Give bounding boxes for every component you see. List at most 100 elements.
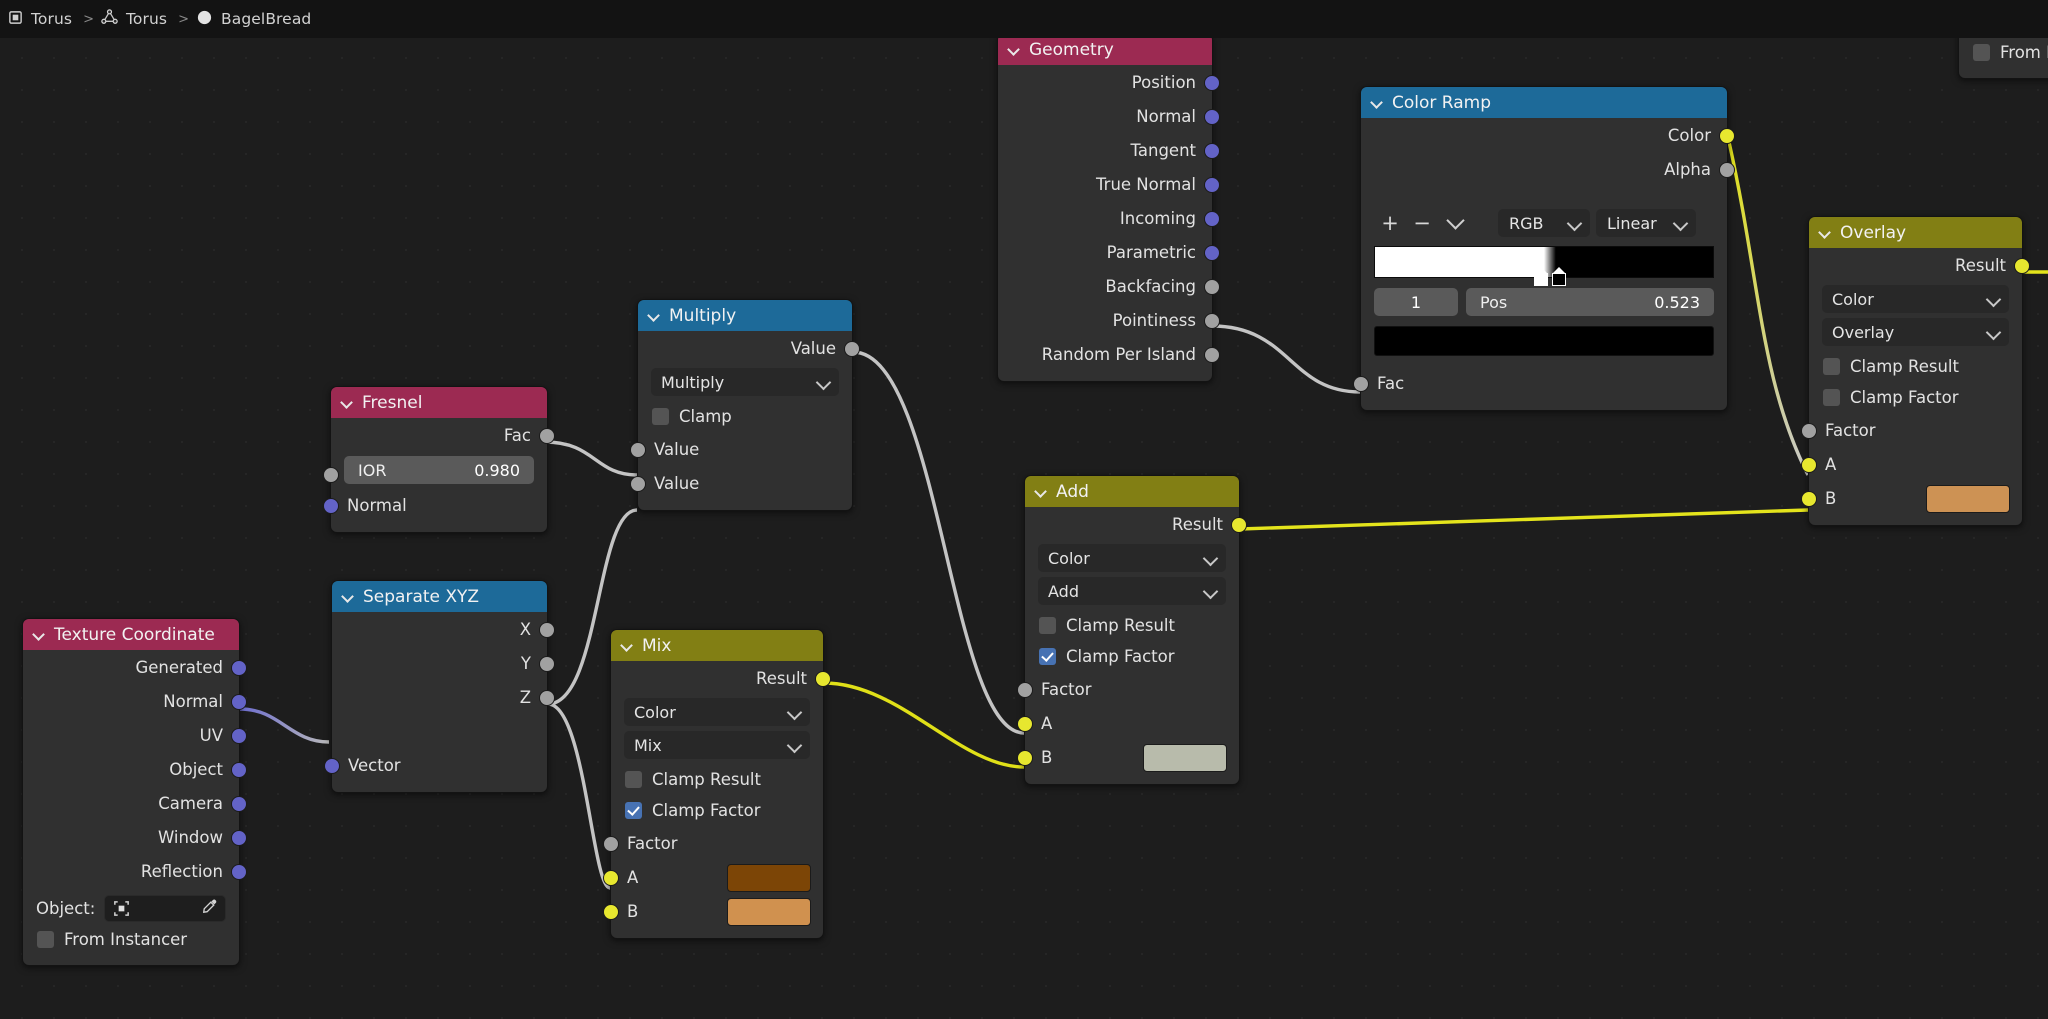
socket-row-alpha[interactable]: Alpha [1361,152,1735,186]
socket-value-in-2[interactable] [630,476,646,492]
clamp-factor-checkbox[interactable] [1039,648,1056,665]
clamp-factor-checkbox[interactable] [1823,389,1840,406]
socket-value-in-1[interactable] [630,442,646,458]
socket-row-value-out[interactable]: Value [638,331,860,365]
socket-row-backfacing[interactable]: Backfacing [998,269,1220,303]
socket-pointiness[interactable] [1204,313,1220,329]
interpolation-dropdown[interactable]: Linear [1596,209,1696,237]
socket-fac-out[interactable] [539,428,555,444]
node-multiply[interactable]: Multiply Value Multiply Clamp Value Valu… [630,299,860,511]
socket-true-normal[interactable] [1204,177,1220,193]
socket-vector-in[interactable] [324,758,340,774]
socket-a[interactable] [603,870,619,886]
socket-fac-in[interactable] [1353,376,1369,392]
object-select-field[interactable] [104,894,226,922]
node-header-color-ramp[interactable]: Color Ramp [1361,87,1727,118]
ramp-stop-1[interactable] [1551,267,1566,286]
node-header-add[interactable]: Add [1025,476,1239,507]
socket-row-fac-in[interactable]: Fac [1353,366,1727,400]
color-swatch-b-overlay[interactable] [1926,485,2010,513]
remove-stop-button[interactable]: − [1406,211,1438,235]
stop-position-field[interactable]: Pos 0.523 [1466,288,1714,316]
chevron-down-icon[interactable] [1372,97,1383,108]
node-texture-coordinate[interactable]: Texture Coordinate Generated Normal UV O… [22,618,247,966]
node-separate-xyz[interactable]: Separate XYZ X Y Z Vector [324,580,555,793]
socket-y[interactable] [539,656,555,672]
node-header-multiply[interactable]: Multiply [638,300,852,331]
from-instancer-checkbox[interactable] [37,931,54,948]
socket-row-tangent[interactable]: Tangent [998,133,1220,167]
socket-backfacing[interactable] [1204,279,1220,295]
clamp-factor-row[interactable]: Clamp Factor [611,795,823,826]
socket-factor-add[interactable] [1017,682,1033,698]
chevron-down-icon[interactable] [622,640,633,651]
socket-row-x[interactable]: X [332,612,555,646]
socket-row-a-overlay[interactable]: A [1801,447,2022,481]
clamp-result-checkbox[interactable] [625,771,642,788]
socket-row-a[interactable]: A [603,860,823,894]
socket-factor-overlay[interactable] [1801,423,1817,439]
data-type-dropdown[interactable]: Color [624,698,810,726]
socket-ior-in[interactable] [323,467,339,483]
node-header-fresnel[interactable]: Fresnel [331,387,547,418]
node-header-texture-coordinate[interactable]: Texture Coordinate [23,619,239,650]
socket-alpha[interactable] [1719,162,1735,178]
node-fresnel[interactable]: Fresnel Fac IOR 0.980 Normal [323,386,555,533]
socket-z[interactable] [539,690,555,706]
socket-object[interactable] [231,762,247,778]
socket-row-factor-overlay[interactable]: Factor [1801,413,2022,447]
socket-row-window[interactable]: Window [23,820,247,854]
socket-row-pointiness[interactable]: Pointiness [998,303,1220,337]
blend-mode-dropdown[interactable]: Overlay [1822,318,2009,346]
data-type-dropdown[interactable]: Color [1822,285,2009,313]
node-header-overlay[interactable]: Overlay [1809,217,2022,248]
socket-color[interactable] [1719,128,1735,144]
socket-row-random-per-island[interactable]: Random Per Island [998,337,1220,371]
socket-generated[interactable] [231,660,247,676]
socket-row-result-add[interactable]: Result [1025,507,1247,541]
socket-row-a-add[interactable]: A [1017,706,1239,740]
socket-row-z[interactable]: Z [332,680,555,714]
color-swatch-b[interactable] [727,898,811,926]
socket-b-add[interactable] [1017,750,1033,766]
chevron-down-icon[interactable] [34,629,45,640]
node-mix[interactable]: Mix Result Color Mix Clamp Result Clamp … [603,629,831,939]
color-swatch-b-add[interactable] [1143,744,1227,772]
socket-random-per-island[interactable] [1204,347,1220,363]
stop-index-field[interactable]: 1 [1374,288,1458,316]
socket-row-parametric[interactable]: Parametric [998,235,1220,269]
socket-factor[interactable] [603,836,619,852]
object-field-row[interactable]: Object: [23,888,239,924]
node-overlay[interactable]: Overlay Result Color Overlay Clamp Resul… [1801,216,2030,526]
breadcrumb-item-object[interactable]: Torus [8,10,76,29]
clamp-result-row[interactable]: Clamp Result [1809,351,2022,382]
blend-mode-dropdown[interactable]: Add [1038,577,1226,605]
from-instancer-checkbox-partial[interactable] [1973,44,1990,61]
socket-normal-in[interactable] [323,498,339,514]
clamp-result-checkbox[interactable] [1039,617,1056,634]
node-header-geometry[interactable]: Geometry [998,34,1212,65]
color-swatch-a[interactable] [727,864,811,892]
socket-uv[interactable] [231,728,247,744]
clamp-result-row[interactable]: Clamp Result [611,764,823,795]
socket-b[interactable] [603,904,619,920]
ramp-stop-0[interactable] [1533,267,1548,286]
socket-row-factor-add[interactable]: Factor [1017,672,1239,706]
blend-mode-dropdown[interactable]: Mix [624,731,810,759]
socket-a-overlay[interactable] [1801,457,1817,473]
socket-row-value-in-1[interactable]: Value [630,432,852,466]
clamp-factor-row[interactable]: Clamp Factor [1809,382,2022,413]
socket-position[interactable] [1204,75,1220,91]
breadcrumb-item-material[interactable]: BagelBread [196,9,315,30]
data-type-dropdown[interactable]: Color [1038,544,1226,572]
socket-row-b-add[interactable]: B [1017,740,1239,774]
chevron-down-icon[interactable] [1036,486,1047,497]
clamp-checkbox[interactable] [652,408,669,425]
socket-row-b-overlay[interactable]: B [1801,481,2022,515]
socket-row-fac[interactable]: Fac [331,418,555,452]
socket-row-normal[interactable]: Normal [23,684,247,718]
socket-row-normal-in[interactable]: Normal [323,488,547,522]
socket-a-add[interactable] [1017,716,1033,732]
ior-field[interactable]: IOR 0.980 [344,456,534,484]
socket-x[interactable] [539,622,555,638]
